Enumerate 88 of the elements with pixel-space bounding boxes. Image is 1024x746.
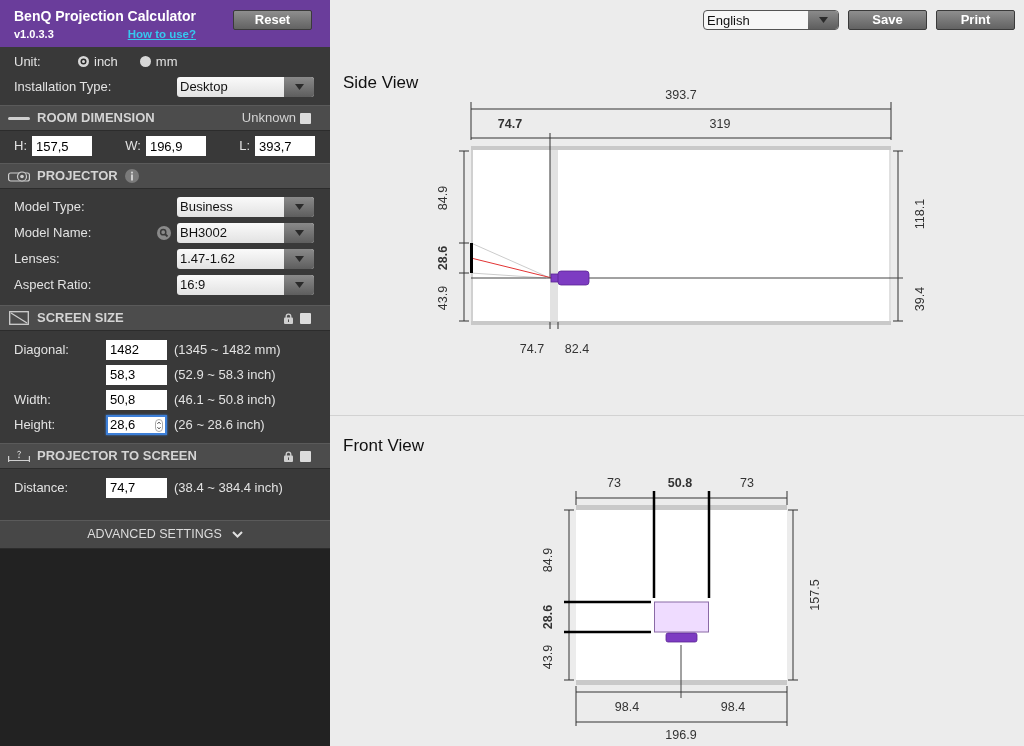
dimension-label: 157.5 — [808, 579, 822, 611]
toolbar-button[interactable]: Save — [848, 10, 927, 30]
radio-button[interactable] — [78, 56, 89, 67]
dropdown[interactable]: BH3002 — [177, 223, 314, 243]
checkbox[interactable] — [300, 112, 311, 124]
input-field[interactable]: 157,5 — [32, 136, 92, 156]
dropdown[interactable]: English — [703, 10, 839, 30]
lock-icon — [284, 312, 293, 324]
distance-icon — [8, 450, 30, 462]
version-text: v1.0.3.3 — [14, 27, 54, 42]
range-text: (46.1 ~ 50.8 inch) — [174, 390, 276, 409]
field-label: Model Type: — [14, 198, 85, 217]
range-text: (52.9 ~ 58.3 inch) — [174, 365, 276, 384]
caret-icon — [294, 282, 304, 288]
section-title: PROJECTOR — [37, 167, 118, 186]
dimension-label: 28.6 — [436, 245, 450, 271]
field-label: Lenses: — [14, 250, 60, 269]
dimension-label: 319 — [709, 117, 731, 131]
dimension-label: 118.1 — [913, 198, 927, 230]
caret-icon — [294, 204, 304, 210]
spinner-icon[interactable] — [155, 418, 163, 432]
field-label: Model Name: — [14, 224, 92, 243]
checkbox[interactable] — [300, 312, 311, 324]
view-title: Side View — [343, 73, 419, 93]
dropdown[interactable]: Desktop — [177, 76, 314, 97]
lock-icon — [284, 450, 293, 462]
field-label: Height: — [14, 416, 56, 432]
range-text: (38.4 ~ 384.4 inch) — [174, 478, 283, 497]
field-label: Distance: — [14, 479, 69, 495]
input-field[interactable]: 28,6 — [106, 414, 167, 435]
dimension-label: 28.6 — [541, 604, 555, 630]
option-label: mm — [155, 52, 178, 71]
field-label: Width: — [14, 391, 51, 407]
option-label: inch — [94, 52, 118, 71]
input-field[interactable]: 1482 — [106, 339, 167, 360]
dimension-label: 196.9 — [665, 728, 697, 742]
caret-icon — [818, 17, 828, 23]
field-label: Unit: — [14, 53, 41, 69]
section-title: ROOM DIMENSION — [37, 109, 155, 128]
checkbox-label: Unknown — [241, 109, 296, 128]
app-title: BenQ Projection Calculator — [14, 7, 197, 26]
reset-button[interactable]: Reset — [233, 10, 312, 30]
search-icon[interactable] — [157, 226, 171, 240]
dimension-label: 84.9 — [436, 185, 450, 211]
input-field[interactable]: 196,9 — [145, 136, 206, 156]
help-link[interactable]: How to use? — [127, 26, 197, 42]
dimension-label: 43.9 — [436, 285, 450, 311]
checkbox[interactable] — [300, 450, 311, 462]
projector-icon — [8, 170, 30, 182]
screen-diagonal-icon — [9, 311, 29, 325]
field-label: H: — [14, 137, 27, 156]
toolbar-button[interactable]: Print — [936, 10, 1015, 30]
dimension-label: 73 — [740, 476, 754, 490]
dimension-label: 43.9 — [541, 644, 555, 670]
input-field[interactable]: 58,3 — [106, 364, 167, 385]
input-field[interactable]: 50,8 — [106, 389, 167, 410]
dimension-label: 84.9 — [541, 547, 555, 573]
dimension-label: 74.7 — [519, 342, 545, 356]
info-icon[interactable] — [124, 169, 139, 183]
field-label: Diagonal: — [14, 341, 69, 357]
field-label: L: — [239, 137, 250, 156]
dimension-label: 74.7 — [497, 117, 523, 131]
dimension-label: 39.4 — [913, 286, 927, 312]
input-field[interactable]: 74,7 — [106, 477, 167, 498]
dropdown[interactable]: 1.47-1.62 — [177, 249, 314, 269]
caret-icon — [294, 83, 304, 90]
section-title: SCREEN SIZE — [37, 309, 124, 328]
dropdown[interactable]: 16:9 — [177, 275, 314, 295]
dimension-label: 98.4 — [614, 700, 640, 714]
input-field[interactable]: 393,7 — [255, 136, 315, 156]
dimension-label: 393.7 — [665, 88, 697, 102]
caret-icon — [294, 256, 304, 262]
caret-icon — [294, 230, 304, 236]
field-label: Installation Type: — [14, 77, 112, 96]
section-title: PROJECTOR TO SCREEN — [37, 447, 197, 466]
dimension-label: 82.4 — [564, 342, 590, 356]
dimension-label: 98.4 — [720, 700, 746, 714]
advanced-settings-button[interactable]: ADVANCED SETTINGS — [0, 520, 330, 549]
dropdown[interactable]: Business — [177, 197, 314, 217]
dimension-label: 73 — [607, 476, 621, 490]
range-text: (26 ~ 28.6 inch) — [174, 415, 265, 434]
range-text: (1345 ~ 1482 mm) — [174, 340, 281, 359]
field-label: Aspect Ratio: — [14, 276, 92, 295]
radio-button[interactable] — [139, 56, 151, 67]
bar-icon — [8, 116, 30, 120]
view-title: Front View — [343, 436, 424, 456]
field-label: W: — [125, 137, 141, 156]
dimension-label: 50.8 — [667, 476, 693, 490]
